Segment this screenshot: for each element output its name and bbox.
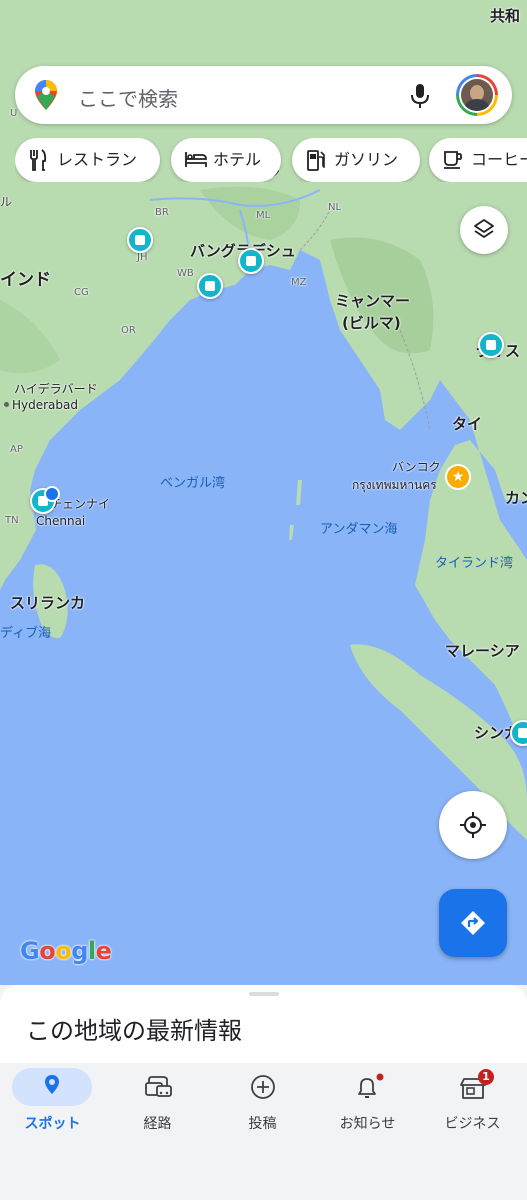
layers-button[interactable] [460,206,508,254]
nav-commute[interactable]: 経路 [105,1063,210,1138]
nav-label: 投稿 [248,1116,277,1132]
chip-restaurant[interactable]: レストラン [15,138,160,182]
map-label-state-br: BR [155,207,169,218]
poi-marker[interactable] [478,332,504,358]
chip-label: ホテル [213,150,262,169]
sheet-drag-handle[interactable] [249,992,279,996]
map-label-state-ml: ML [256,210,271,221]
bottom-navigation: スポット 経路 投稿 お知らせ 1 ビジネス [0,1063,527,1200]
map-label-state-or: OR [121,325,136,336]
map-label-myanmar-sub: (ビルマ) [342,314,401,332]
map-label-state-tn: TN [5,515,19,526]
my-location-button[interactable] [439,791,507,859]
hotel-icon [185,152,207,167]
restaurant-icon [30,149,47,171]
poi-marker[interactable] [127,227,153,253]
contribute-icon [251,1075,275,1099]
nav-updates[interactable]: お知らせ [315,1063,420,1138]
map-label-hyderabad[interactable]: ハイデラバード [14,380,98,397]
explore-pin-icon [45,1075,59,1094]
chip-coffee[interactable]: コーヒー [429,138,527,182]
search-input[interactable]: ここで検索 [78,83,178,112]
map-label-hyderabad-en: Hyderabad [12,398,78,412]
commute-icon [145,1076,172,1097]
map-label-bay-of-bengal: ベンガル湾 [160,476,226,491]
map-label-maldives-sea: ディブ海 [0,626,52,641]
bottom-sheet[interactable]: この地域の最新情報 [0,985,527,1065]
chip-label: コーヒー [471,150,527,169]
nav-label: スポット [24,1116,81,1132]
map-label-state-wb: WB [177,268,194,279]
sheet-title: この地域の最新情報 [26,1017,242,1045]
category-chips: レストラン ホテル ガソリン コーヒー [15,138,527,182]
nav-label: お知らせ [339,1116,396,1132]
map-label-gulf-of-thailand: タイランド湾 [435,556,514,571]
map-label-edge-u: U [10,108,18,119]
google-logo: Google [20,937,112,965]
nav-contribute[interactable]: 投稿 [210,1063,315,1138]
bell-icon [358,1073,384,1098]
mic-icon[interactable] [410,83,430,109]
crosshair-icon [460,812,486,838]
poi-marker[interactable] [238,248,264,274]
directions-icon [461,911,485,935]
map-label-state-cg: CG [74,287,89,298]
map-label-myanmar[interactable]: ミャンマー [335,290,410,311]
map-label-malaysia[interactable]: マレーシア [445,640,520,661]
map-label-china[interactable]: 共和 [490,5,520,26]
map-label-state-nl: NL [328,202,342,213]
map-label-bangkok[interactable]: バンコク [392,458,441,475]
map-label-state-mz: MZ [291,277,307,288]
nav-label: ビジネス [444,1116,501,1132]
map-label-state-jh: JH [137,252,148,263]
map-label-thailand[interactable]: タイ [452,413,482,434]
my-location-dot [44,486,60,502]
search-bar[interactable]: ここで検索 [15,66,512,124]
chip-label: ガソリン [334,150,399,169]
chip-label: レストラン [57,150,138,169]
map-label-andaman-sea: アンダマン海 [320,522,398,537]
map-label-srilanka[interactable]: スリランカ [10,592,85,613]
avatar[interactable] [456,74,498,116]
directions-button[interactable] [439,889,507,957]
map-label-edge-ul: ル [0,195,13,209]
nav-business[interactable]: 1 ビジネス [420,1063,525,1138]
chip-hotel[interactable]: ホテル [171,138,281,182]
gas-station-icon [307,150,325,171]
nav-label: 経路 [143,1116,172,1132]
map-label-chennai-en: Chennai [36,514,86,528]
map-label-cambodia[interactable]: カン [505,487,527,508]
star-marker-icon[interactable]: ★ [445,464,471,490]
maps-logo-icon [35,80,57,110]
poi-marker[interactable] [197,273,223,299]
chip-gas[interactable]: ガソリン [292,138,420,182]
map-label-bangkok-th: กรุงเทพมหานคร [352,478,437,492]
map-label-india[interactable]: インド [0,265,51,290]
map-label-state-ap: AP [10,444,23,455]
layers-icon [474,219,494,238]
nav-explore[interactable]: スポット [0,1063,105,1138]
coffee-icon [444,151,462,169]
city-dot [4,402,9,407]
notification-badge: 1 [478,1069,494,1085]
